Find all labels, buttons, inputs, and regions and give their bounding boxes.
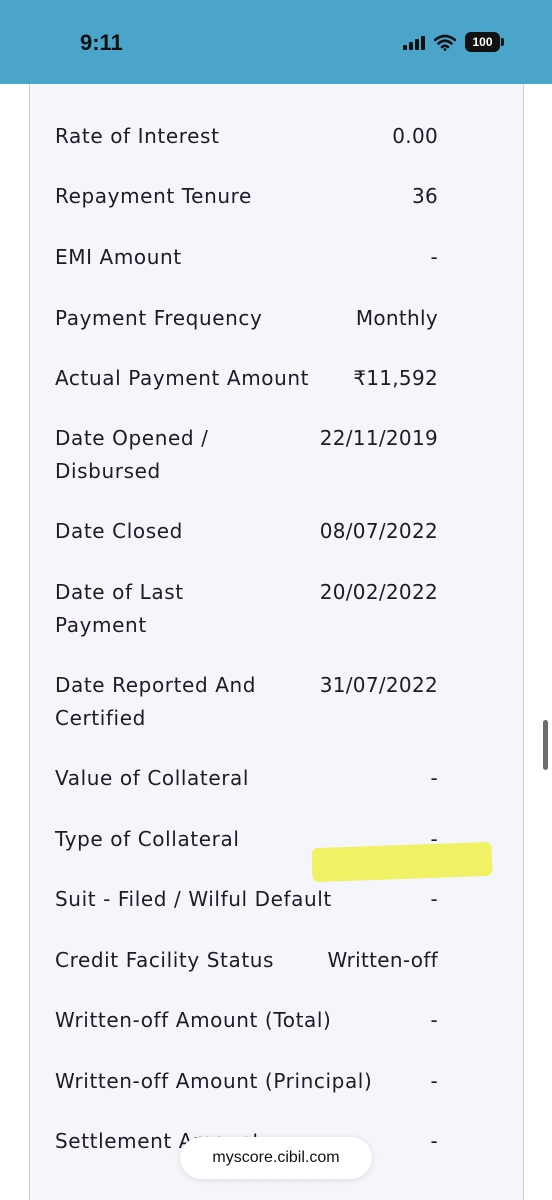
detail-value: - (430, 887, 438, 911)
detail-value: 36 (411, 184, 438, 208)
detail-value: 08/07/2022 (319, 519, 438, 543)
scrollbar[interactable] (543, 720, 548, 770)
detail-row-written-off-total: Written-off Amount (Total) - (55, 1004, 438, 1037)
detail-label: Date Opened / Disbursed (55, 426, 209, 483)
detail-label: Date of Last Payment (55, 580, 184, 637)
detail-row-value-of-collateral: Value of Collateral - (55, 762, 438, 795)
detail-row-rate-of-interest: Rate of Interest 0.00 (55, 120, 438, 153)
detail-row-payment-frequency: Payment Frequency Monthly (55, 302, 438, 335)
detail-row-emi-amount: EMI Amount - (55, 241, 438, 274)
detail-row-date-closed: Date Closed 08/07/2022 (55, 515, 438, 548)
detail-value: 0.00 (392, 124, 438, 148)
status-bar: 9:11 100 (0, 0, 552, 84)
detail-value: 22/11/2019 (319, 426, 438, 450)
detail-value: - (430, 1008, 438, 1032)
detail-value: - (430, 827, 438, 851)
detail-label: Value of Collateral (55, 766, 250, 790)
detail-row-repayment-tenure: Repayment Tenure 36 (55, 180, 438, 213)
detail-value: Monthly (355, 306, 438, 330)
detail-label: EMI Amount (55, 245, 182, 269)
battery-icon: 100 (465, 32, 504, 52)
detail-value: ₹11,592 (353, 366, 438, 390)
detail-label: Date Closed (55, 519, 183, 543)
detail-label: Written-off Amount (Total) (55, 1008, 332, 1032)
detail-label: Written-off Amount (Principal) (55, 1069, 373, 1093)
detail-value: - (430, 766, 438, 790)
browser-url-bar[interactable]: myscore.cibil.com (180, 1137, 372, 1179)
status-icons: 100 (403, 32, 504, 52)
battery-level: 100 (465, 32, 500, 52)
detail-label: Payment Frequency (55, 306, 263, 330)
detail-label: Type of Collateral (55, 827, 240, 851)
wifi-icon (434, 34, 456, 51)
detail-label: Actual Payment Amount (55, 366, 310, 390)
detail-row-date-opened: Date Opened / Disbursed 22/11/2019 (55, 422, 438, 488)
detail-label: Rate of Interest (55, 124, 220, 148)
detail-value: 20/02/2022 (319, 580, 438, 604)
detail-value: - (430, 1069, 438, 1093)
detail-row-date-reported: Date Reported And Certified 31/07/2022 (55, 669, 438, 735)
detail-label: Date Reported And Certified (55, 673, 257, 730)
detail-row-credit-facility-status: Credit Facility Status Written-off (55, 944, 438, 977)
detail-row-written-off-principal: Written-off Amount (Principal) - (55, 1065, 438, 1098)
detail-row-suit-filed: Suit - Filed / Wilful Default - (55, 883, 438, 916)
detail-value: 31/07/2022 (319, 673, 438, 697)
detail-label: Credit Facility Status (55, 948, 275, 972)
status-time: 9:11 (80, 30, 123, 55)
detail-row-type-of-collateral: Type of Collateral - (55, 823, 438, 856)
detail-row-date-of-last-payment: Date of Last Payment 20/02/2022 (55, 576, 438, 642)
detail-label: Suit - Filed / Wilful Default (55, 887, 332, 911)
detail-value: - (430, 245, 438, 269)
detail-row-actual-payment-amount: Actual Payment Amount ₹11,592 (55, 362, 438, 395)
cellular-signal-icon (403, 34, 425, 50)
detail-value: - (430, 1129, 438, 1153)
detail-label: Repayment Tenure (55, 184, 252, 208)
detail-value: Written-off (327, 948, 438, 972)
